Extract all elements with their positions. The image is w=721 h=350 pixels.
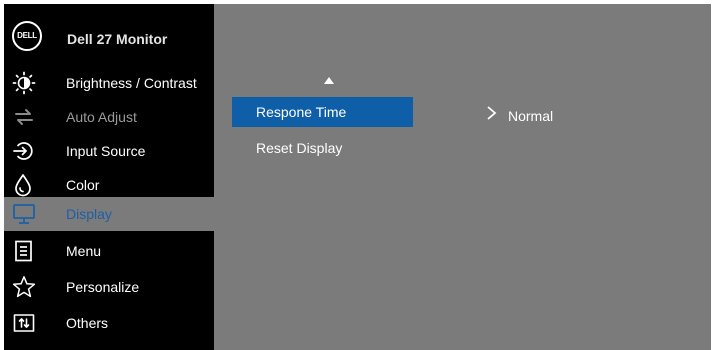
sidebar-item-display[interactable]: Display	[4, 197, 214, 231]
sidebar-item-input-source[interactable]: Input Source	[4, 134, 214, 168]
star-icon	[12, 275, 36, 299]
menu-icon	[12, 239, 36, 263]
auto-adjust-icon	[12, 105, 36, 129]
sidebar-item-label: Auto Adjust	[66, 109, 137, 125]
sidebar-item-label: Personalize	[66, 279, 140, 295]
sidebar-item-label: Menu	[66, 243, 102, 259]
sidebar-item-brightness-contrast[interactable]: Brightness / Contrast	[4, 66, 214, 100]
monitor-osd: DELL Dell 27 Monitor Brightness / Contra…	[4, 4, 711, 350]
input-source-icon	[12, 139, 36, 163]
dell-logo: DELL	[12, 21, 42, 51]
sidebar-item-personalize[interactable]: Personalize	[4, 270, 214, 304]
sidebar-item-label: Color	[66, 177, 100, 193]
chevron-right-icon	[484, 105, 500, 121]
sidebar-item-label: Display	[66, 206, 112, 222]
submenu-item-label: Respone Time	[256, 104, 347, 120]
color-icon	[12, 173, 36, 197]
submenu-item-response-time[interactable]: Respone Time	[232, 97, 413, 127]
sidebar-item-auto-adjust[interactable]: Auto Adjust	[4, 100, 214, 134]
sidebar-item-label: Input Source	[66, 143, 146, 159]
others-icon	[12, 311, 36, 335]
brightness-icon	[12, 71, 36, 95]
submenu-item-reset-display[interactable]: Reset Display	[232, 133, 413, 163]
sidebar-item-label: Brightness / Contrast	[66, 75, 197, 91]
osd-content-panel: Respone Time Reset Display Normal	[214, 4, 711, 350]
response-time-value[interactable]: Normal	[508, 108, 553, 124]
sidebar-item-menu[interactable]: Menu	[4, 234, 214, 268]
osd-sidebar: DELL Dell 27 Monitor Brightness / Contra…	[4, 4, 214, 350]
sidebar-item-others[interactable]: Others	[4, 306, 214, 340]
submenu-item-label: Reset Display	[256, 140, 343, 156]
up-triangle-icon[interactable]	[324, 77, 334, 84]
sidebar-item-label: Others	[66, 315, 109, 331]
display-icon	[12, 202, 36, 226]
osd-header: DELL Dell 27 Monitor	[4, 4, 214, 66]
monitor-title: Dell 27 Monitor	[67, 31, 168, 47]
